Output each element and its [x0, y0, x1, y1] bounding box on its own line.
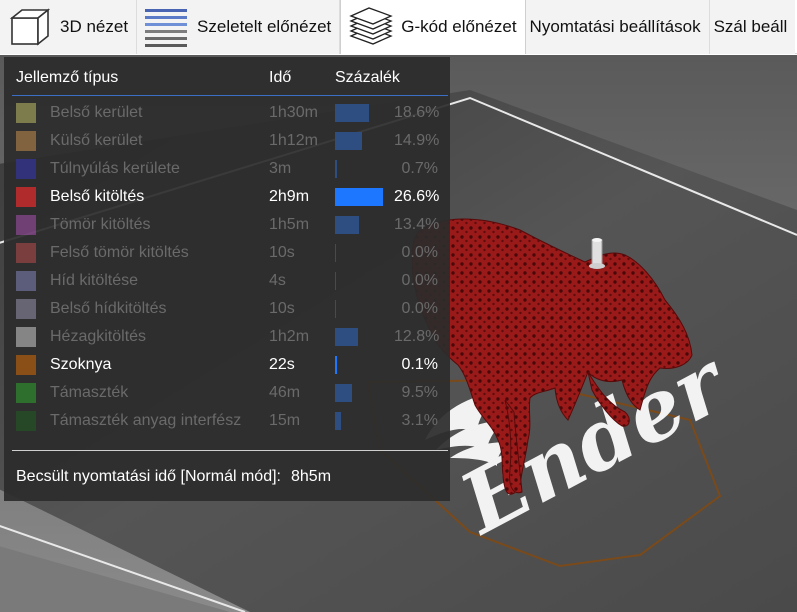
legend-header-divider — [12, 95, 448, 96]
feature-percent-bar — [335, 216, 359, 234]
feature-percent: 0.0% — [401, 272, 438, 289]
feature-percent-bar — [335, 104, 369, 122]
feature-percent: 26.6% — [394, 188, 440, 205]
feature-name: Hézagkitöltés — [50, 328, 147, 345]
tab-filament-settings[interactable]: Szál beáll — [709, 0, 796, 54]
feature-time: 2h9m — [269, 188, 310, 205]
feature-percent: 3.1% — [401, 412, 438, 429]
legend-row[interactable]: Tömör kitöltés 1h5m 13.4% — [4, 211, 450, 239]
feature-percent-bar — [335, 188, 383, 206]
feature-percent-bar — [335, 412, 341, 430]
feature-name: Külső kerület — [50, 132, 143, 149]
tab-gcode-preview[interactable]: G-kód előnézet — [340, 0, 526, 54]
feature-name: Tömör kitöltés — [50, 216, 151, 233]
tab-3d-view[interactable]: 3D nézet — [0, 0, 138, 54]
feature-color-swatch — [16, 327, 36, 347]
feature-name: Túlnyúlás kerülete — [50, 160, 180, 177]
feature-percent: 9.5% — [401, 384, 438, 401]
feature-time: 15m — [269, 412, 301, 429]
feature-percent-bar — [335, 244, 336, 262]
feature-name: Támaszték — [50, 384, 129, 401]
feature-percent-bar — [335, 328, 358, 346]
legend-row[interactable]: Támaszték 46m 9.5% — [4, 379, 450, 407]
tab-sliced-preview-label: Szeletelt előnézet — [197, 17, 332, 36]
legend-row[interactable]: Belső hídkitöltés 10s 0.0% — [4, 295, 450, 323]
legend-header-feature: Jellemző típus — [16, 69, 119, 86]
feature-percent: 18.6% — [394, 104, 440, 121]
feature-percent: 13.4% — [394, 216, 440, 233]
feature-name: Híd kitöltése — [50, 272, 139, 289]
estimated-print-time-value: 8h5m — [291, 468, 332, 485]
legend-row[interactable]: Felső tömör kitöltés 10s 0.0% — [4, 239, 450, 267]
feature-color-swatch — [16, 215, 36, 235]
feature-time: 1h2m — [269, 328, 310, 345]
feature-time: 46m — [269, 384, 301, 401]
feature-color-swatch — [16, 187, 36, 207]
feature-percent-bar — [335, 384, 352, 402]
legend-row[interactable]: Túlnyúlás kerülete 3m 0.7% — [4, 155, 450, 183]
sliced-layers-icon — [143, 5, 189, 49]
feature-percent: 0.0% — [401, 244, 438, 261]
feature-name: Belső hídkitöltés — [50, 300, 167, 317]
tab-sliced-preview[interactable]: Szeletelt előnézet — [137, 0, 341, 54]
feature-time: 22s — [269, 356, 295, 373]
legend-row[interactable]: Belső kitöltés 2h9m 26.6% — [4, 183, 450, 211]
tab-print-settings-label: Nyomtatási beállítások — [529, 17, 701, 36]
legend-rows: Belső kerület 1h30m 18.6% Külső kerület 1h1… — [4, 99, 450, 435]
feature-percent-bar — [335, 356, 337, 374]
feature-percent-bar — [335, 272, 336, 290]
feature-percent-bar — [335, 300, 336, 318]
feature-color-swatch — [16, 383, 36, 403]
tab-print-settings[interactable]: Nyomtatási beállítások — [525, 0, 710, 54]
legend-row[interactable]: Külső kerület 1h12m 14.9% — [4, 127, 450, 155]
gcode-layers-icon — [347, 5, 393, 49]
feature-color-swatch — [16, 103, 36, 123]
feature-color-swatch — [16, 243, 36, 263]
feature-color-swatch — [16, 131, 36, 151]
feature-time: 10s — [269, 300, 295, 317]
feature-color-swatch — [16, 159, 36, 179]
feature-time: 1h12m — [269, 132, 318, 149]
feature-percent-bar — [335, 132, 362, 150]
feature-name: Szoknya — [50, 356, 112, 373]
feature-name: Belső kitöltés — [50, 188, 145, 205]
feature-percent: 0.0% — [401, 300, 438, 317]
legend-row[interactable]: Szoknya 22s 0.1% — [4, 351, 450, 379]
feature-time: 4s — [269, 272, 286, 289]
feature-percent: 0.7% — [401, 160, 438, 177]
cube-icon — [6, 5, 52, 49]
feature-color-swatch — [16, 271, 36, 291]
legend-header-percent: Százalék — [335, 69, 400, 86]
feature-color-swatch — [16, 411, 36, 431]
feature-name: Belső kerület — [50, 104, 143, 121]
feature-time: 1h5m — [269, 216, 310, 233]
feature-name: Felső tömör kitöltés — [50, 244, 189, 261]
estimated-print-time-label: Becsült nyomtatási idő [Normál mód]: — [16, 468, 281, 485]
legend-row[interactable]: Híd kitöltése 4s 0.0% — [4, 267, 450, 295]
legend-footer-divider — [12, 450, 448, 451]
estimated-print-time: Becsült nyomtatási idő [Normál mód]: 8h5m — [16, 468, 331, 486]
feature-percent: 14.9% — [394, 132, 440, 149]
view-tab-bar: 3D nézet Szeletelt előnézet G-kód előnéz… — [0, 0, 797, 54]
feature-percent: 12.8% — [394, 328, 440, 345]
feature-color-swatch — [16, 299, 36, 319]
feature-color-swatch — [16, 355, 36, 375]
tab-gcode-preview-label: G-kód előnézet — [401, 17, 517, 36]
feature-time: 1h30m — [269, 104, 318, 121]
feature-percent: 0.1% — [401, 356, 438, 373]
gcode-legend-panel: Jellemző típus Idő Százalék Belső kerüle… — [4, 57, 450, 501]
tab-3d-view-label: 3D nézet — [60, 17, 129, 36]
legend-row[interactable]: Hézagkitöltés 1h2m 12.8% — [4, 323, 450, 351]
legend-header-time: Idő — [269, 69, 292, 86]
feature-name: Támaszték anyag interfész — [50, 412, 242, 429]
legend-header: Jellemző típus Idő Százalék — [4, 57, 450, 97]
feature-time: 3m — [269, 160, 292, 177]
legend-row[interactable]: Belső kerület 1h30m 18.6% — [4, 99, 450, 127]
feature-time: 10s — [269, 244, 295, 261]
feature-percent-bar — [335, 160, 337, 178]
legend-row[interactable]: Támaszték anyag interfész 15m 3.1% — [4, 407, 450, 435]
tab-filament-settings-label: Szál beáll — [713, 17, 788, 36]
